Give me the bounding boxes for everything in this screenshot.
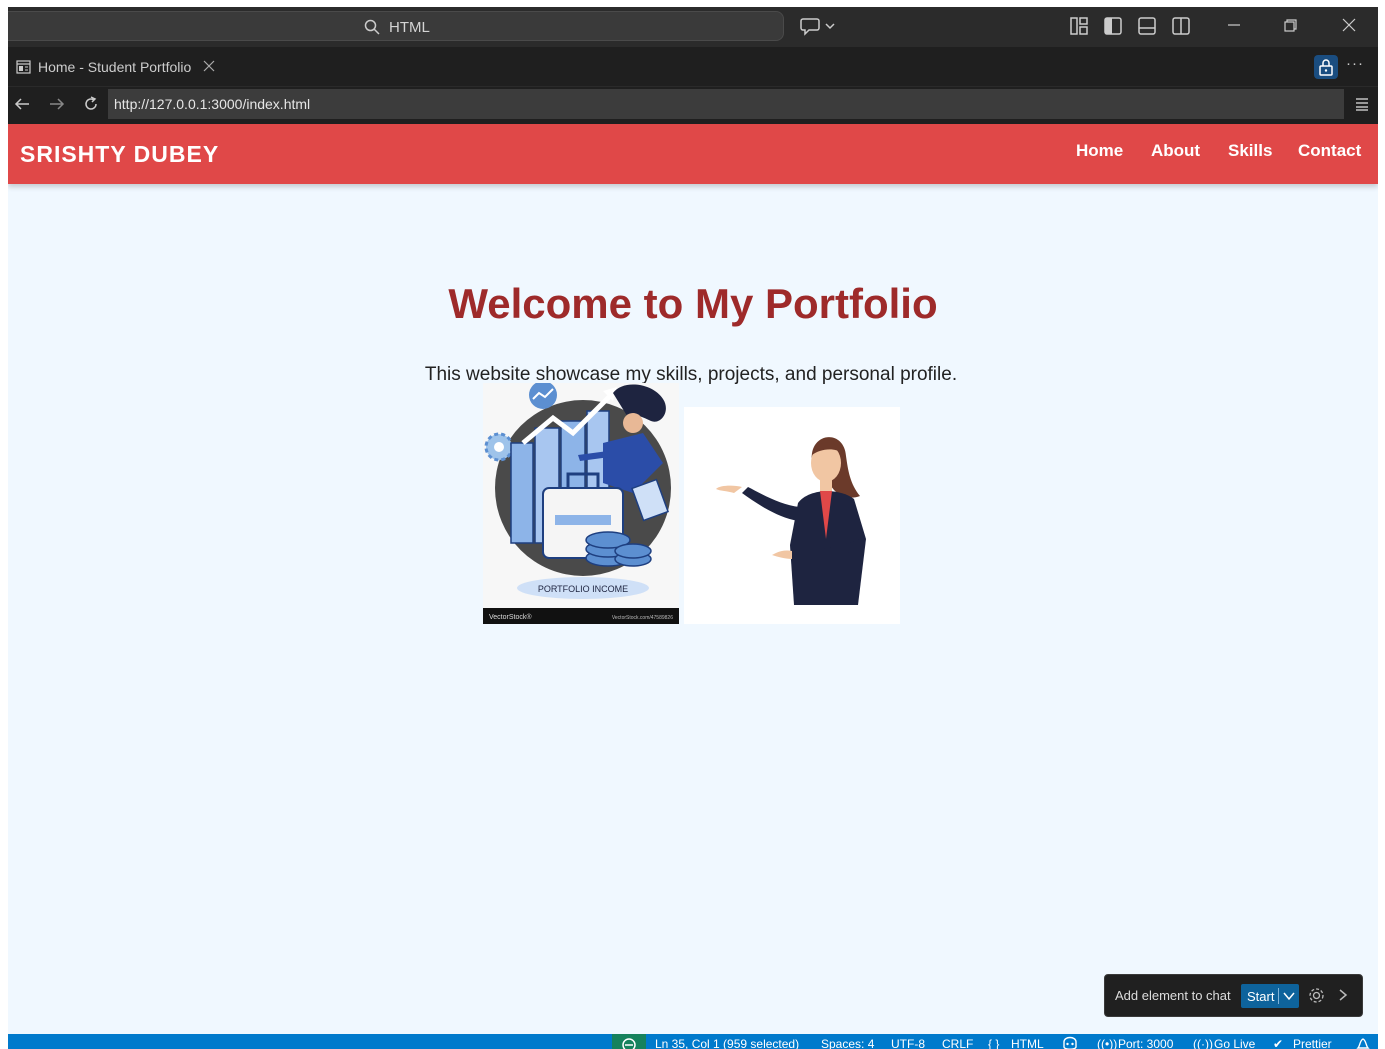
encoding[interactable]: UTF-8 (891, 1037, 925, 1049)
customize-layout-icon[interactable] (1069, 16, 1089, 36)
toggle-panel-icon[interactable] (1137, 16, 1157, 36)
browser-toolbar: http://127.0.0.1:3000/index.html (8, 87, 1378, 123)
tab-label: Home - Student Portfolio (38, 59, 192, 75)
remote-indicator[interactable] (612, 1034, 646, 1049)
status-bar: Ln 35, Col 1 (959 selected) Spaces: 4 UT… (8, 1034, 1378, 1049)
add-element-popup: Add element to chat Start (1104, 974, 1363, 1017)
menu-icon[interactable] (1354, 96, 1370, 112)
reload-icon[interactable] (82, 95, 100, 113)
url-input[interactable]: http://127.0.0.1:3000/index.html (108, 89, 1344, 119)
port-indicator[interactable]: Port: 3000 (1118, 1037, 1173, 1049)
lock-button[interactable] (1314, 55, 1338, 79)
start-separator (1278, 988, 1279, 1004)
braces-icon: { } (988, 1037, 1000, 1049)
chat-icon[interactable] (800, 15, 836, 37)
lock-icon (1319, 59, 1333, 76)
line-ending[interactable]: CRLF (942, 1037, 973, 1049)
more-icon[interactable]: ··· (1346, 55, 1364, 72)
broadcast-icon: ((•)) (1097, 1037, 1118, 1049)
back-arrow-icon[interactable] (13, 95, 31, 113)
forward-arrow-icon[interactable] (48, 95, 66, 113)
notification-bell-icon[interactable] (1354, 1036, 1372, 1049)
add-element-label: Add element to chat (1115, 988, 1231, 1003)
toggle-primary-sidebar-icon[interactable] (1103, 16, 1123, 36)
search-icon (364, 19, 380, 35)
go-live-icon: ((·)) (1193, 1037, 1213, 1049)
cursor-position[interactable]: Ln 35, Col 1 (959 selected) (655, 1037, 799, 1049)
copilot-icon[interactable] (1061, 1036, 1079, 1049)
remote-icon (622, 1038, 636, 1049)
command-center[interactable]: HTML (8, 11, 784, 41)
start-label: Start (1247, 989, 1275, 1004)
hero-subtitle: This website showcase my skills, project… (424, 364, 958, 385)
image-caption: PORTFOLIO INCOME (538, 584, 628, 594)
nav-link-skills[interactable]: Skills (1228, 141, 1272, 161)
page-viewport: SRISHTY DUBEY Home About Skills Contact … (8, 124, 1378, 1034)
nav-link-about[interactable]: About (1151, 141, 1200, 161)
portfolio-income-image: PORTFOLIO INCOME VectorStock® VectorStoc… (483, 383, 679, 624)
watermark-brand: VectorStock® (489, 613, 532, 621)
browser-page-icon (16, 60, 31, 74)
language-mode[interactable]: HTML (1011, 1037, 1044, 1049)
restore-icon[interactable] (1280, 15, 1300, 35)
nav-link-contact[interactable]: Contact (1298, 141, 1361, 161)
indentation[interactable]: Spaces: 4 (821, 1037, 874, 1049)
portfolio-income-illustration: PORTFOLIO INCOME VectorStock® VectorStoc… (483, 383, 679, 624)
minimize-icon[interactable] (1224, 15, 1244, 35)
presenter-image (684, 407, 900, 624)
command-center-text: HTML (389, 19, 430, 36)
start-button[interactable]: Start (1241, 984, 1299, 1008)
site-navbar: SRISHTY DUBEY Home About Skills Contact (8, 124, 1378, 184)
gear-icon[interactable] (1308, 987, 1325, 1004)
tab-bar: Home - Student Portfolio ··· (8, 47, 1378, 87)
watermark-id: VectorStock.com/47589826 (612, 615, 673, 621)
presenter-illustration (716, 437, 866, 605)
toggle-secondary-sidebar-icon[interactable] (1171, 16, 1191, 36)
close-icon[interactable] (202, 59, 216, 73)
prettier-status[interactable]: Prettier (1293, 1037, 1332, 1049)
check-icon: ✔ (1273, 1037, 1284, 1049)
window-frame: HTML Home - Student Portfolio ··· http:/… (8, 7, 1378, 1049)
chevron-right-icon[interactable] (1336, 988, 1350, 1002)
hero-title: Welcome to My Portfolio (448, 280, 938, 327)
close-window-icon[interactable] (1339, 15, 1359, 35)
chevron-down-icon[interactable] (1282, 989, 1296, 1003)
title-bar: HTML (8, 7, 1378, 47)
site-logo: SRISHTY DUBEY (20, 141, 220, 167)
nav-link-home[interactable]: Home (1076, 141, 1123, 161)
go-live-button[interactable]: Go Live (1214, 1037, 1255, 1049)
